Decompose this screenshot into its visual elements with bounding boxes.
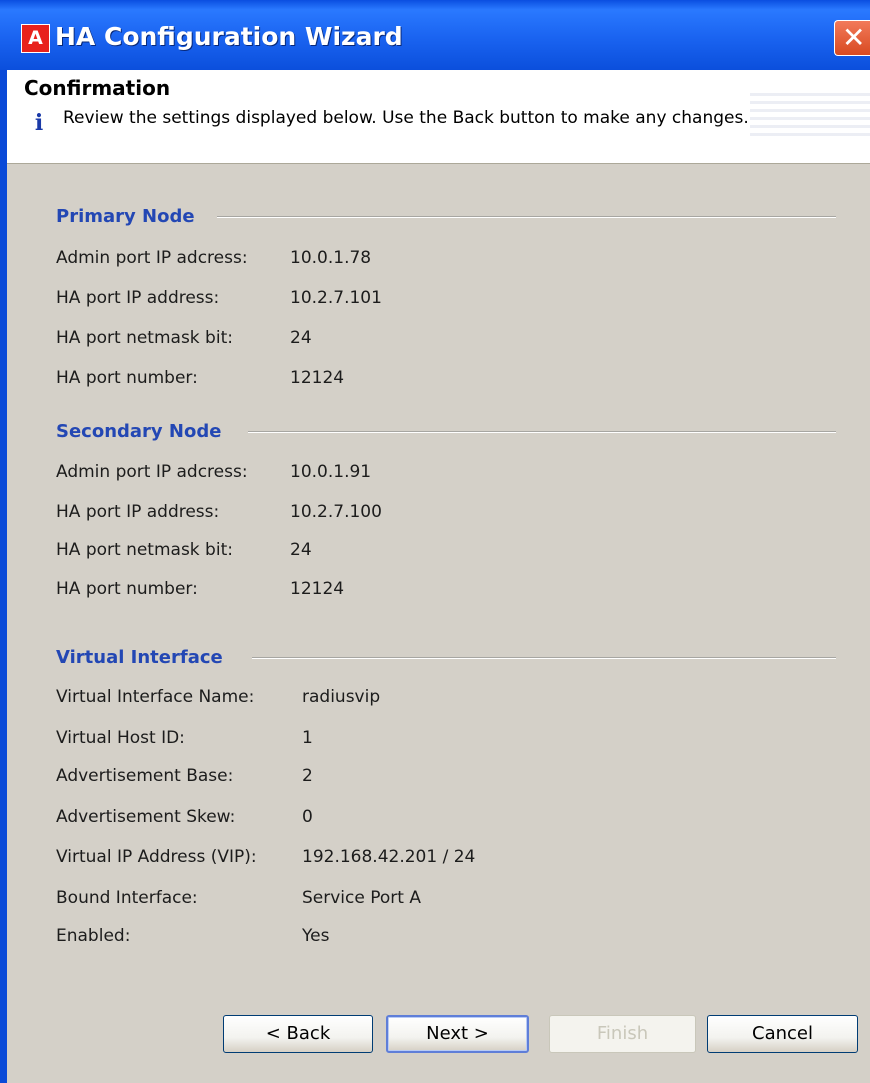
vip-adv-skew-label: Advertisement Skew: [56,807,236,827]
section-title-virtual-interface: Virtual Interface [56,647,223,668]
wizard-header: Confirmation i Review the settings displ… [7,70,870,164]
vip-adv-base-label: Advertisement Base: [56,766,234,786]
secondary-netmask-value: 24 [290,540,312,560]
primary-netmask-value: 24 [290,328,312,348]
primary-netmask-label: HA port netmask bit: [56,328,233,348]
section-title-primary-node: Primary Node [56,206,195,227]
primary-admin-ip-label: Admin port IP adcress: [56,248,248,268]
vip-name-value: radiusvip [302,687,381,707]
secondary-netmask-label: HA port netmask bit: [56,540,233,560]
vip-host-id-value: 1 [302,728,313,748]
vip-adv-base-value: 2 [302,766,313,786]
page-title: Confirmation [24,76,171,100]
dialog-body: Confirmation i Review the settings displ… [7,70,870,1083]
secondary-ha-ip-label: HA port IP address: [56,502,220,522]
secondary-port-value: 12124 [290,579,345,599]
vip-adv-skew-value: 0 [302,807,313,827]
section-divider [248,431,836,433]
vip-address-label: Virtual IP Address (VIP): [56,847,257,867]
header-message: Review the settings displayed below. Use… [63,108,749,128]
vip-host-id-label: Virtual Host ID: [56,728,185,748]
vip-bound-interface-label: Bound Interface: [56,888,198,908]
vip-name-label: Virtual Interface Name: [56,687,255,707]
wizard-window: A HA Configuration Wizard ✕ Confirmation… [0,0,870,1083]
vip-enabled-value: Yes [302,926,330,946]
section-title-secondary-node: Secondary Node [56,421,222,442]
secondary-port-label: HA port number: [56,579,198,599]
section-divider [217,216,836,218]
vip-bound-interface-value: Service Port A [302,888,421,908]
vip-address-value: 192.168.42.201 / 24 [302,847,476,867]
section-divider [252,657,836,659]
primary-port-value: 12124 [290,368,345,388]
app-logo-icon: A [21,24,50,53]
primary-port-label: HA port number: [56,368,198,388]
next-button[interactable]: Next > [386,1015,529,1053]
finish-button[interactable]: Finish [549,1015,696,1053]
primary-ha-ip-label: HA port IP address: [56,288,220,308]
title-bar[interactable]: A HA Configuration Wizard ✕ [0,0,870,70]
primary-ha-ip-value: 10.2.7.101 [290,288,382,308]
secondary-admin-ip-label: Admin port IP adcress: [56,462,248,482]
secondary-admin-ip-value: 10.0.1.91 [290,462,372,482]
secondary-ha-ip-value: 10.2.7.100 [290,502,382,522]
close-button[interactable]: ✕ [834,20,870,56]
cancel-button[interactable]: Cancel [707,1015,858,1053]
window-title: HA Configuration Wizard [55,22,403,51]
vip-enabled-label: Enabled: [56,926,131,946]
close-icon: ✕ [842,21,866,54]
info-icon: i [34,110,44,136]
primary-admin-ip-value: 10.0.1.78 [290,248,372,268]
back-button[interactable]: < Back [223,1015,373,1053]
